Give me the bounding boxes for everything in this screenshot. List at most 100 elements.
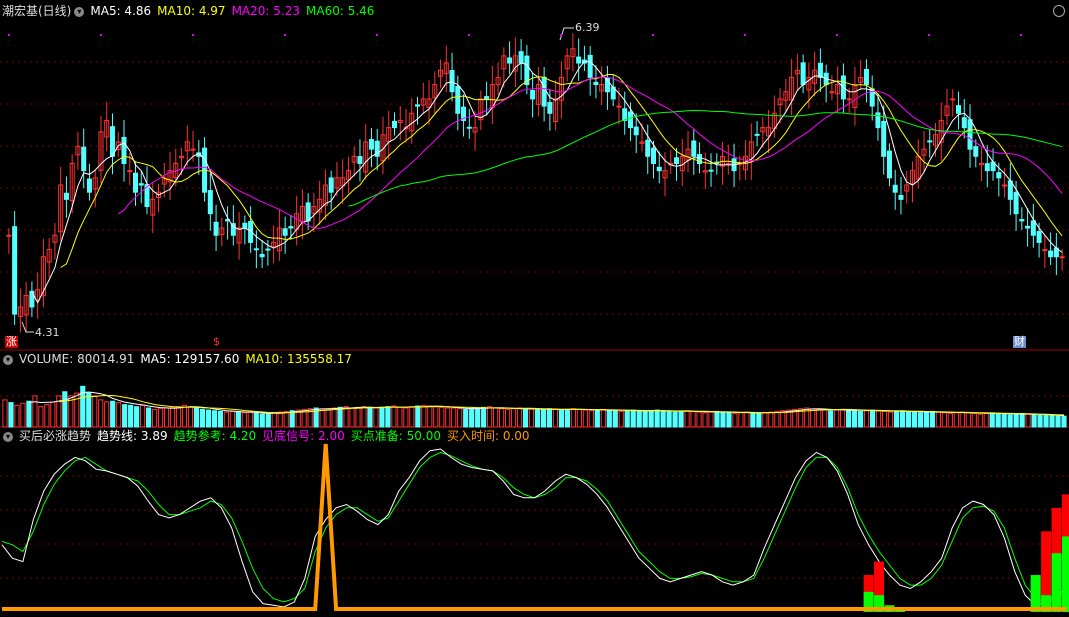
candle-body xyxy=(927,140,933,143)
candle-body xyxy=(357,156,363,164)
volume-bar xyxy=(134,406,140,428)
volume-bar xyxy=(283,410,289,428)
candle-body xyxy=(484,96,490,100)
volume-bar xyxy=(373,407,379,428)
chevron-down-icon[interactable]: ▾ xyxy=(3,354,13,365)
candle-body xyxy=(996,172,1002,179)
header-dot xyxy=(652,34,654,36)
candle-body xyxy=(132,172,139,193)
event-tag-zhang[interactable]: 涨 xyxy=(5,336,18,348)
volume-bar xyxy=(349,407,355,428)
candle-body xyxy=(414,104,421,107)
volume-bar xyxy=(151,408,158,428)
event-tag-cai[interactable]: 财 xyxy=(1013,336,1026,348)
volume-bar xyxy=(157,408,164,428)
volume-bar xyxy=(439,406,445,428)
volume-bar xyxy=(277,411,283,428)
volume-bar xyxy=(905,410,912,428)
volume-bar xyxy=(367,406,373,428)
candle-body xyxy=(1048,250,1054,258)
volume-bar xyxy=(241,412,247,428)
candle-body xyxy=(881,120,887,157)
candle-body xyxy=(708,169,714,172)
candle-body xyxy=(892,184,898,193)
event-tag-dollar[interactable]: $ xyxy=(212,336,221,348)
candle-body xyxy=(691,140,697,157)
volume-bar xyxy=(636,410,642,428)
volume-bar xyxy=(528,408,535,428)
volume-bar xyxy=(1025,413,1031,428)
candle-body xyxy=(121,136,127,164)
candle-body xyxy=(305,202,311,222)
volume-bar xyxy=(516,407,523,428)
candle-body xyxy=(391,120,398,129)
candle-body xyxy=(466,126,472,129)
volume-bar xyxy=(92,395,98,428)
volume-bar xyxy=(708,411,714,428)
volume-bar xyxy=(271,412,277,428)
candle-body xyxy=(190,148,196,151)
volume-bar xyxy=(504,408,511,428)
candle-body xyxy=(587,54,593,78)
volume-bar xyxy=(331,407,337,428)
chevron-down-icon[interactable]: ▾ xyxy=(3,431,13,442)
ma20-line xyxy=(117,76,1063,229)
trend-ref-label: 趋势参考: 4.20 xyxy=(173,429,257,443)
ma5-label: MA5: 4.86 xyxy=(90,4,152,18)
volume-bar xyxy=(1007,414,1013,428)
stock-chart[interactable] xyxy=(0,0,1069,617)
volume-bar xyxy=(606,409,612,428)
volume-bar xyxy=(522,408,529,428)
volume-bar xyxy=(989,412,995,428)
candle-body xyxy=(63,192,69,200)
volume-bar xyxy=(427,405,433,428)
candle-body xyxy=(138,183,144,186)
volume-bar xyxy=(959,411,965,428)
candle-body xyxy=(127,170,133,173)
candle-body xyxy=(725,162,731,165)
volume-bar xyxy=(899,410,906,428)
trend-line-label: 趋势线: 3.89 xyxy=(97,429,168,443)
candle-body xyxy=(984,163,990,172)
volume-bar xyxy=(205,409,212,428)
candle-body xyxy=(518,51,524,64)
trend-reference-line xyxy=(1,451,1068,603)
volume-bar xyxy=(852,410,858,428)
high-marker-leader xyxy=(559,27,574,41)
candle-body xyxy=(1013,191,1019,215)
candle-body xyxy=(282,228,288,236)
volume-bar xyxy=(223,411,229,428)
candle-body xyxy=(259,253,265,258)
volume-bar xyxy=(534,409,541,428)
candle-body xyxy=(754,133,760,136)
volume-bar xyxy=(834,409,840,428)
volume-bar xyxy=(211,410,217,428)
volume-bar xyxy=(684,410,690,428)
volume-bar xyxy=(983,412,989,428)
volume-bar xyxy=(558,409,565,428)
volume-bar xyxy=(481,406,487,428)
candle-body xyxy=(530,90,536,100)
buy-prep-label: 买点准备: 50.00 xyxy=(350,429,441,443)
volume-bar xyxy=(403,407,409,428)
chevron-down-icon[interactable]: ▾ xyxy=(74,6,85,17)
close-icon[interactable] xyxy=(1053,5,1065,17)
candle-body xyxy=(368,139,374,150)
volume-bar xyxy=(941,412,947,428)
volume-bar xyxy=(193,407,200,428)
volume-bar xyxy=(187,406,194,428)
candle-body xyxy=(950,98,956,101)
volume-bar xyxy=(433,406,439,428)
candle-body xyxy=(1019,219,1025,222)
candle-body xyxy=(6,234,12,237)
bottom-signal-bar xyxy=(1062,536,1069,612)
volume-bar xyxy=(325,408,331,428)
candle-body xyxy=(817,62,823,78)
candle-body xyxy=(863,68,869,86)
volume-bar xyxy=(475,407,481,428)
volume-bar xyxy=(26,400,32,428)
volume-bar xyxy=(163,407,170,428)
volume-bar xyxy=(116,402,122,428)
volume-bar xyxy=(696,411,702,428)
volume-bar xyxy=(582,409,588,428)
